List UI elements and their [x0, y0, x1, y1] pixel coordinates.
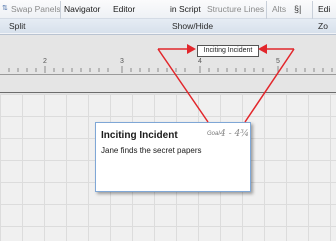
ruler-tick-label: 5: [276, 58, 280, 65]
card-goal-value[interactable]: 4 - 4¾: [220, 129, 249, 139]
ribbon-buttons-row: ⇅ Swap Panels Navigator Editor in Script…: [0, 0, 336, 33]
ruler-tick-label: 4: [198, 58, 202, 65]
ribbon-group-labels: Split Show/Hide Zo: [0, 19, 336, 33]
structure-line-marker[interactable]: Inciting Incident: [197, 45, 259, 57]
timeline-track-line: [0, 92, 336, 93]
ruler-tick-label: 3: [120, 58, 124, 65]
alts-toggle-icon[interactable]: §|: [294, 2, 301, 16]
alts-button[interactable]: Alts: [272, 2, 286, 16]
edit-button[interactable]: Edi: [318, 2, 330, 16]
ruler-divider: [0, 74, 336, 75]
split-group-label: Split: [9, 21, 26, 31]
ruler-tick-label: 2: [43, 58, 47, 65]
index-card[interactable]: Inciting Incident Goal 4 - 4¾ Jane finds…: [95, 122, 251, 192]
card-body[interactable]: Jane finds the secret papers: [101, 146, 202, 155]
right-arrowhead-icon: [258, 44, 267, 54]
ribbon-toolbar: ⇅ Swap Panels Navigator Editor in Script…: [0, 0, 336, 35]
zoom-group-label: Zo: [318, 21, 328, 31]
left-arrowhead-icon: [187, 44, 196, 54]
show-hide-group-label: Show/Hide: [172, 21, 214, 31]
card-title[interactable]: Inciting Incident: [101, 130, 178, 141]
in-script-button[interactable]: in Script: [170, 2, 201, 16]
ruler-ticks: 2 3 4 5: [8, 58, 333, 73]
card-goal-label: Goal: [207, 131, 220, 137]
swap-panels-icon: ⇅: [2, 5, 8, 12]
navigator-button[interactable]: Navigator: [64, 2, 100, 16]
timeline-ruler[interactable]: 2 3 4 5: [0, 55, 336, 85]
swap-panels-button[interactable]: Swap Panels: [11, 2, 61, 16]
structure-lines-button[interactable]: Structure Lines: [207, 2, 264, 16]
editor-button[interactable]: Editor: [113, 2, 135, 16]
